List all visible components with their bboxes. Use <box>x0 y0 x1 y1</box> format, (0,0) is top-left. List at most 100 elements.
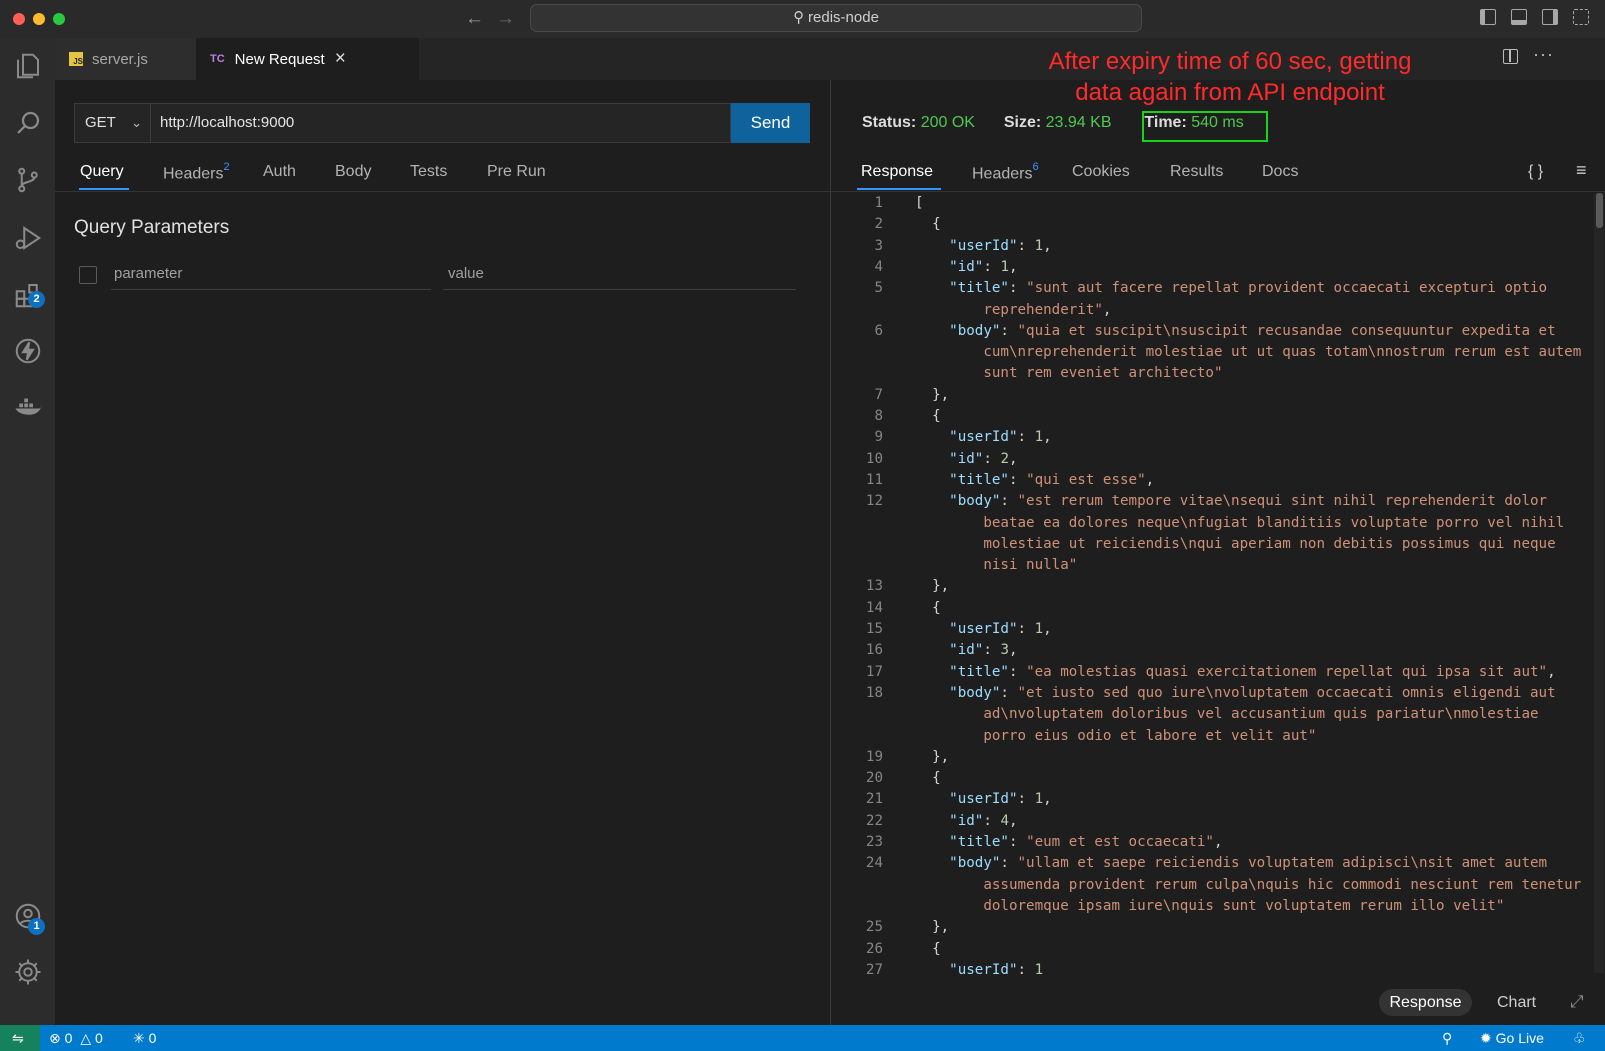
ports-count: 0 <box>148 1030 157 1046</box>
toggle-primary-sidebar-icon[interactable] <box>1480 9 1496 25</box>
ports-indicator[interactable]: ✳ 0 <box>133 1025 156 1051</box>
status-label: Status: <box>862 114 917 131</box>
code-text: beatae ea dolores neque\nfugiat blanditi… <box>915 514 1565 531</box>
notifications-bell-icon[interactable]: ♧ <box>1573 1025 1586 1051</box>
line-number: 5 <box>874 280 883 297</box>
line-number: 18 <box>865 684 883 701</box>
line-number: 15 <box>865 621 883 637</box>
line-number: 23 <box>865 834 883 850</box>
broadcast-icon: ✹ <box>1480 1030 1492 1046</box>
code-text: { <box>915 216 941 233</box>
line-number: 14 <box>865 599 883 616</box>
tab-new-request[interactable]: TC New Request × <box>196 38 419 80</box>
code-text: "id": 1, <box>949 258 1018 275</box>
tab-response-headers[interactable]: Headers6 <box>972 161 1039 183</box>
search-icon[interactable] <box>0 101 55 145</box>
code-text: { <box>915 940 941 957</box>
accounts-icon[interactable] <box>0 894 55 938</box>
code-text: { <box>915 599 941 616</box>
line-number: 25 <box>865 919 883 936</box>
tab-body[interactable]: Body <box>335 163 371 191</box>
forward-arrow-icon[interactable]: → <box>496 8 515 30</box>
go-live-button[interactable]: ✹ Go Live <box>1480 1025 1544 1051</box>
expand-icon[interactable]: ⤢ <box>1570 992 1584 1012</box>
code-text: "id": 3, <box>949 642 1018 659</box>
error-icon: ⊗ <box>49 1030 61 1046</box>
tab-headers[interactable]: Headers2 <box>163 161 230 191</box>
tab-cookies[interactable]: Cookies <box>1072 163 1130 181</box>
explorer-icon[interactable] <box>0 44 55 88</box>
format-json-icon[interactable]: { } <box>1528 163 1543 181</box>
back-arrow-icon[interactable]: ← <box>465 8 484 30</box>
extensions-icon[interactable] <box>0 273 55 317</box>
line-number: 3 <box>874 237 883 254</box>
thunder-client-icon[interactable] <box>0 329 55 373</box>
tab-query[interactable]: Query <box>80 163 124 191</box>
code-text: "title": "sunt aut facere repellat provi… <box>949 280 1548 297</box>
tab-docs[interactable]: Docs <box>1262 163 1298 181</box>
error-count: 0 <box>64 1030 73 1046</box>
word-wrap-icon[interactable]: ≡ <box>1576 160 1587 181</box>
toggle-secondary-sidebar-icon[interactable] <box>1542 9 1558 25</box>
send-button[interactable]: Send <box>731 103 810 143</box>
code-text: "userId": 1, <box>949 621 1052 637</box>
close-window-icon[interactable] <box>13 13 25 25</box>
scrollbar-thumb[interactable] <box>1596 193 1603 228</box>
activity-bar: 2 1 <box>0 38 55 1025</box>
parameter-name-input[interactable]: parameter <box>111 262 431 290</box>
line-number: 11 <box>865 471 883 488</box>
command-center-search[interactable]: ⚲ redis-node <box>530 4 1142 32</box>
tab-response[interactable]: Response <box>861 163 933 181</box>
active-tab-indicator <box>79 188 129 190</box>
line-number: 24 <box>865 855 883 872</box>
split-editor-icon[interactable] <box>1503 49 1518 64</box>
response-view-toggle[interactable]: Response <box>1379 989 1472 1016</box>
run-debug-icon[interactable] <box>0 216 55 260</box>
code-text: "userId": 1, <box>949 237 1052 254</box>
zoom-icon[interactable]: ⚲ <box>1442 1025 1452 1051</box>
headers-count: 2 <box>223 161 230 173</box>
response-body-editor[interactable]: 1 [2 {3 "userId": 1, 4 "id": 1, 5 "title": … <box>831 193 1594 980</box>
javascript-file-icon: JS <box>69 52 83 66</box>
tab-auth[interactable]: Auth <box>263 163 296 191</box>
warning-count: 0 <box>94 1030 103 1046</box>
gear-icon[interactable] <box>0 950 55 994</box>
status-bar: ⇋ ⊗ 0 △ 0 ✳ 0 ⚲ ✹ Go Live ♧ <box>0 1025 1605 1051</box>
close-icon[interactable]: × <box>335 48 346 70</box>
code-text: }, <box>915 748 950 765</box>
tab-results[interactable]: Results <box>1170 163 1223 181</box>
more-actions-icon[interactable]: ··· <box>1533 44 1554 65</box>
docker-icon[interactable] <box>0 384 55 428</box>
parameter-value-input[interactable]: value <box>443 262 796 290</box>
extensions-badge: 2 <box>28 291 45 308</box>
method-select[interactable]: GET ⌄ <box>74 103 151 143</box>
line-number: 7 <box>874 386 883 403</box>
tab-pre-run[interactable]: Pre Run <box>487 163 546 191</box>
tab-tests[interactable]: Tests <box>410 163 447 191</box>
minimize-window-icon[interactable] <box>33 13 45 25</box>
line-number: 2 <box>874 216 883 233</box>
code-text: "title": "ea molestias quasi exercitatio… <box>949 663 1556 680</box>
toggle-panel-icon[interactable] <box>1511 9 1527 25</box>
code-text: sunt rem eveniet architecto" <box>915 365 1223 382</box>
code-text: ad\nvoluptatem doloribus vel accusantium… <box>915 706 1539 723</box>
accounts-badge: 1 <box>28 918 45 935</box>
remote-indicator[interactable]: ⇋ <box>0 1025 40 1051</box>
code-text: { <box>915 770 941 787</box>
broadcast-icon: ✳ <box>133 1030 145 1046</box>
divider <box>831 191 1605 192</box>
customize-layout-icon[interactable] <box>1573 9 1589 25</box>
problems-indicator[interactable]: ⊗ 0 △ 0 <box>49 1025 103 1051</box>
go-live-label: Go Live <box>1495 1030 1544 1046</box>
chart-view-toggle[interactable]: Chart <box>1497 989 1536 1016</box>
url-input[interactable]: http://localhost:9000 <box>151 103 731 143</box>
scrollbar-track[interactable] <box>1594 193 1604 973</box>
line-number: 22 <box>865 812 883 829</box>
tab-server-js[interactable]: JS server.js <box>55 38 196 80</box>
method-value: GET <box>85 114 116 131</box>
parameter-checkbox[interactable] <box>79 266 97 284</box>
code-text: "id": 4, <box>949 812 1018 829</box>
code-text: "title": "eum et est occaecati", <box>949 834 1223 850</box>
source-control-icon[interactable] <box>0 158 55 202</box>
zoom-window-icon[interactable] <box>53 13 65 25</box>
